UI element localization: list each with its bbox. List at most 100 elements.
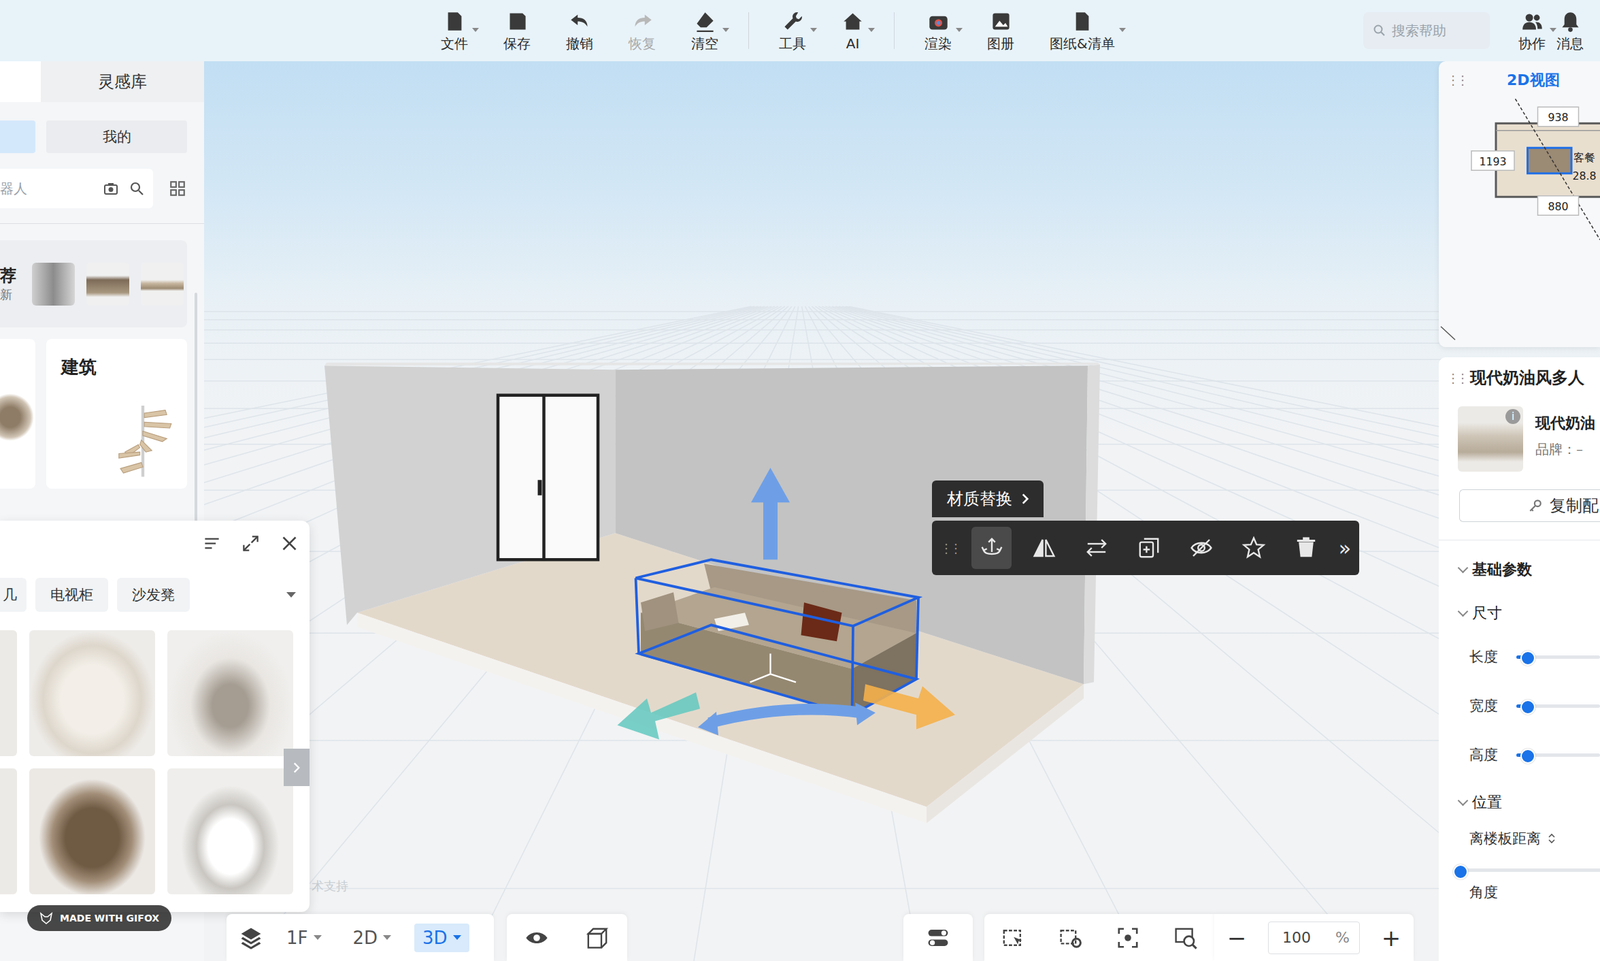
minimap-panel: ⋮⋮2D视图9381193880客餐28.8 xyxy=(1438,61,1600,347)
info-badge[interactable]: i xyxy=(1505,408,1521,424)
select-settings-icon[interactable] xyxy=(1058,925,1083,950)
dropdown-icon[interactable] xyxy=(286,591,296,598)
toolbar-button[interactable]: AI xyxy=(836,7,870,55)
document-icon xyxy=(1070,10,1094,33)
section-header[interactable]: 位置 xyxy=(1459,791,1600,813)
product-item[interactable] xyxy=(167,629,294,756)
selected-furniture[interactable] xyxy=(1527,147,1573,174)
drag-handle-icon[interactable]: ⋮⋮ xyxy=(940,540,960,556)
field-label[interactable]: 离楼板距离 xyxy=(1469,828,1600,848)
featured-thumbnail[interactable] xyxy=(31,262,75,306)
featured-thumbnail[interactable] xyxy=(86,262,130,306)
section-header[interactable]: 尺寸 xyxy=(1459,602,1600,624)
product-item[interactable] xyxy=(0,629,18,756)
slider[interactable] xyxy=(1516,704,1600,708)
product-item[interactable] xyxy=(29,768,156,894)
chevron-right-icon xyxy=(291,759,302,775)
drag-handle-icon[interactable]: ⋮⋮ xyxy=(1446,72,1466,88)
mirror-icon xyxy=(1031,535,1057,560)
sort-icon[interactable] xyxy=(202,534,222,553)
help-search[interactable]: 搜索帮助 xyxy=(1363,12,1490,49)
more-button[interactable]: » xyxy=(1338,536,1352,560)
view-mode-button[interactable]: 3D xyxy=(414,923,470,952)
library-subtab[interactable] xyxy=(0,120,36,154)
toolbar-button[interactable]: 保存 xyxy=(497,7,537,55)
move-gizmo[interactable] xyxy=(617,467,956,739)
bell-icon xyxy=(1559,10,1582,33)
toolbar-button[interactable]: 消息 xyxy=(1551,7,1590,55)
category-tag[interactable]: 沙发凳 xyxy=(117,577,190,612)
render-icon xyxy=(927,10,950,33)
slider-thumb[interactable] xyxy=(1453,863,1469,879)
category-card[interactable]: 建筑 xyxy=(46,338,188,489)
library-subtab[interactable]: 我的 xyxy=(46,120,188,154)
slider[interactable] xyxy=(1516,753,1600,757)
category-card[interactable] xyxy=(0,338,36,489)
room xyxy=(324,362,1100,824)
cube-icon[interactable] xyxy=(585,925,610,950)
featured-card[interactable]: 荐新 xyxy=(0,240,188,328)
chevron-icon xyxy=(1457,561,1469,573)
expand-icon[interactable] xyxy=(241,534,260,553)
minimap[interactable]: 9381193880客餐28.8 xyxy=(1438,98,1600,347)
object-tool[interactable] xyxy=(1180,526,1222,569)
toolbar-button[interactable]: 协作 xyxy=(1512,7,1552,55)
layers-icon[interactable] xyxy=(238,925,264,950)
dropdown-caret-icon xyxy=(1549,27,1557,32)
toggle-icon[interactable] xyxy=(925,925,951,950)
grid-view-icon[interactable] xyxy=(168,179,187,198)
eye-icon[interactable] xyxy=(524,925,549,950)
product-card[interactable]: i现代奶油品牌：– xyxy=(1446,406,1600,472)
product-panel: 几电视柜沙发凳 xyxy=(0,520,310,912)
svg-text:1193: 1193 xyxy=(1478,155,1507,169)
object-tool[interactable] xyxy=(1286,526,1327,569)
close-icon[interactable] xyxy=(280,534,299,553)
zoom-in-button[interactable]: + xyxy=(1377,923,1406,952)
library-tab[interactable]: 灵感库 xyxy=(40,61,205,103)
product-item[interactable] xyxy=(29,629,156,756)
zoom-out-button[interactable]: − xyxy=(1223,923,1252,952)
toolbar-button[interactable]: 渲染 xyxy=(919,7,958,55)
library-tab[interactable] xyxy=(0,61,41,103)
search-icon[interactable] xyxy=(128,180,145,197)
drag-handle-icon[interactable]: ⋮⋮ xyxy=(1446,370,1466,386)
object-tool[interactable] xyxy=(1128,526,1169,569)
copy-button[interactable]: 复制配 xyxy=(1459,489,1600,522)
minimap-title[interactable]: 2D视图 xyxy=(1506,70,1560,91)
slider-thumb[interactable] xyxy=(1520,650,1536,666)
box-select-icon[interactable] xyxy=(1000,925,1026,950)
focus-icon[interactable] xyxy=(1115,925,1141,950)
object-tool[interactable] xyxy=(1233,526,1274,569)
category-tag[interactable]: 几 xyxy=(0,577,27,612)
section-header[interactable]: 基础参数 xyxy=(1459,559,1600,580)
toolbar-button[interactable]: 撤销 xyxy=(560,7,599,55)
zoom-bar: −100% + xyxy=(1214,913,1414,961)
product-item[interactable] xyxy=(0,768,18,894)
next-button[interactable] xyxy=(283,748,310,786)
zoom-fit-icon[interactable] xyxy=(1173,925,1198,950)
svg-text:880: 880 xyxy=(1547,200,1569,213)
slider-thumb[interactable] xyxy=(1520,699,1536,715)
zoom-field[interactable]: 100% xyxy=(1268,921,1360,954)
toolbar-button[interactable]: 工具 xyxy=(773,7,812,55)
camera-icon[interactable] xyxy=(102,180,120,197)
object-tool[interactable] xyxy=(971,526,1012,569)
view-mode-button[interactable]: 2D xyxy=(344,923,400,952)
floor-select[interactable]: 1F xyxy=(278,923,330,952)
sort-icon[interactable] xyxy=(1547,831,1556,845)
toolbar-button[interactable]: 清空 xyxy=(685,7,724,55)
library-search[interactable]: 器人 xyxy=(0,168,154,209)
toolbar-button[interactable]: 图册 xyxy=(981,7,1020,55)
slider[interactable] xyxy=(1459,868,1600,872)
toolbar-button[interactable]: 图纸&清单 xyxy=(1044,7,1121,55)
category-tag[interactable]: 电视柜 xyxy=(35,577,109,612)
product-item[interactable] xyxy=(167,768,294,894)
material-replace-button[interactable]: 材质替换 xyxy=(931,480,1044,518)
toolbar-button[interactable]: 文件 xyxy=(435,7,474,55)
slider-thumb[interactable] xyxy=(1520,748,1536,764)
object-tool[interactable] xyxy=(1023,526,1064,569)
object-tool[interactable] xyxy=(1076,526,1117,569)
featured-thumbnail[interactable] xyxy=(140,262,184,306)
redo-icon xyxy=(631,10,654,33)
slider[interactable] xyxy=(1516,655,1600,659)
